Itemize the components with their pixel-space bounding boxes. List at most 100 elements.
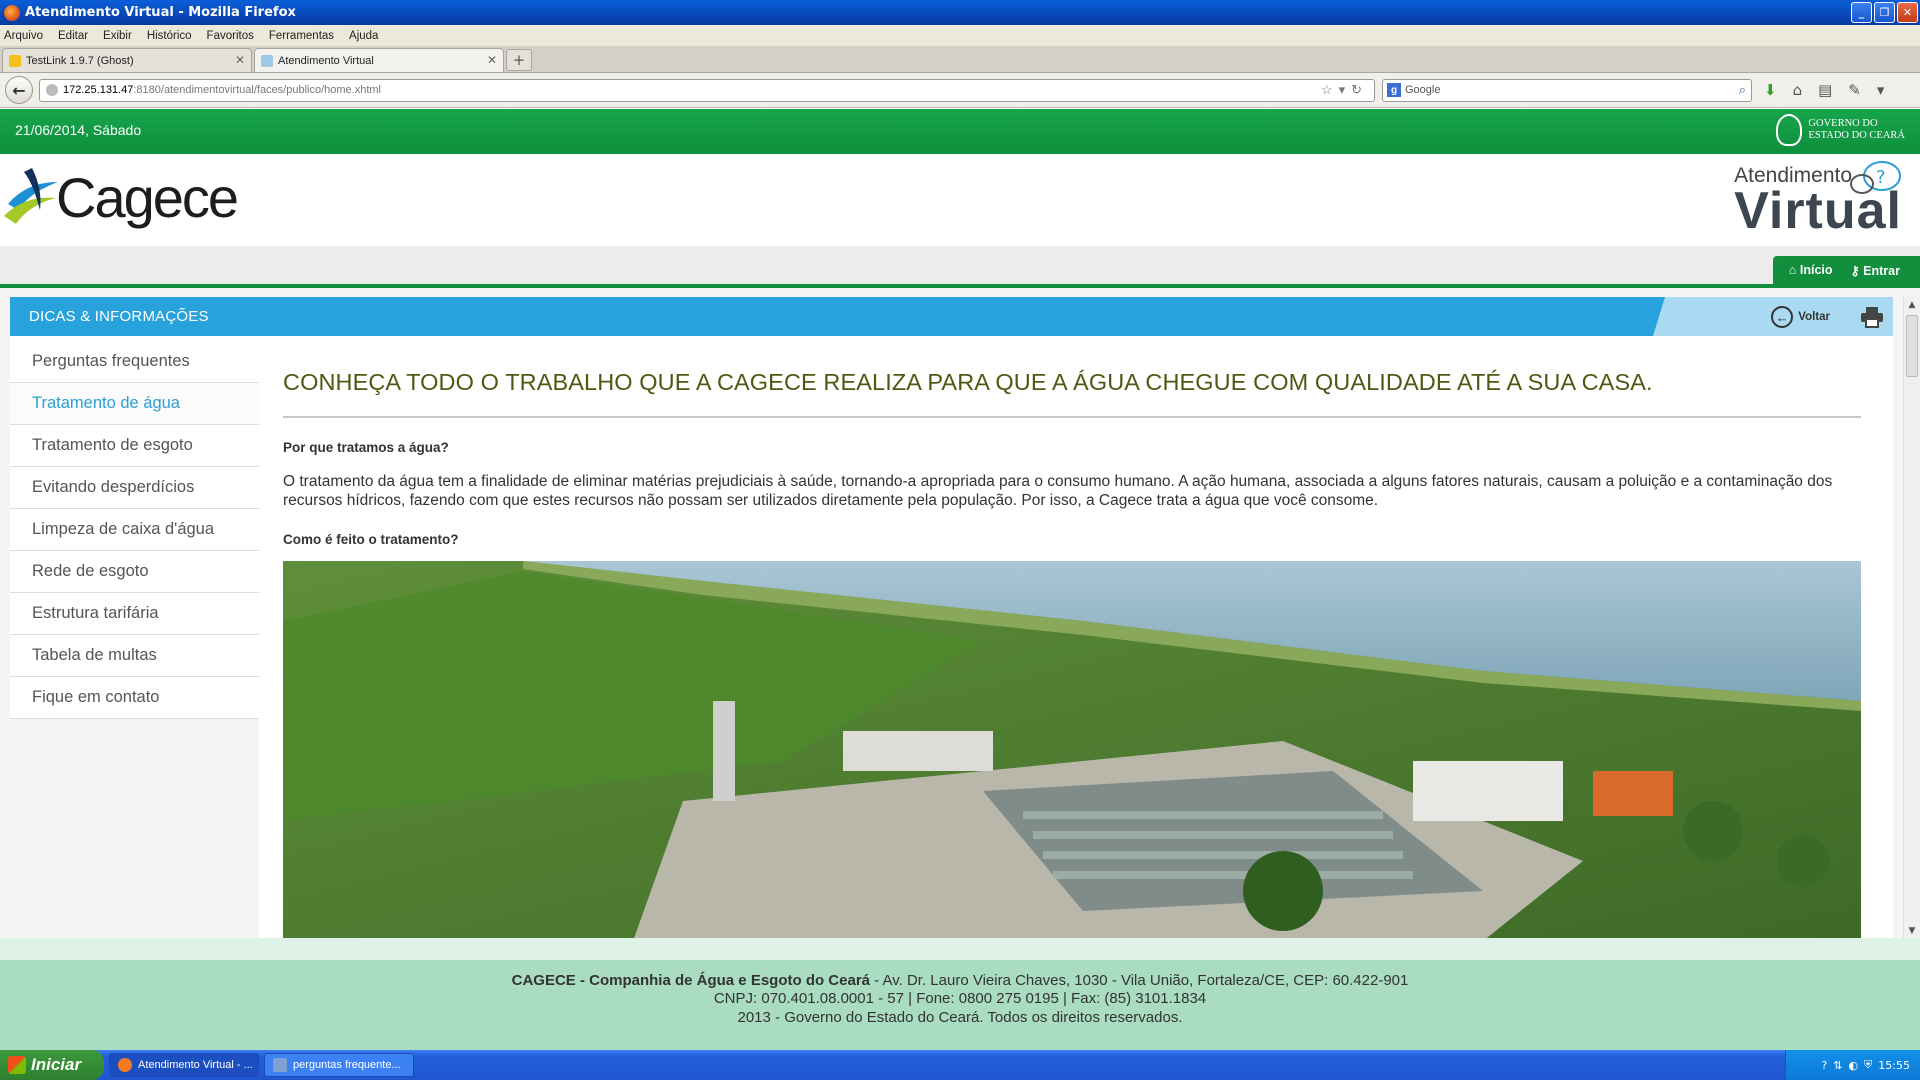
sidebar-item-limpeza-de-caixa[interactable]: Limpeza de caixa d'água — [10, 509, 259, 551]
site-nav-band: ⌂ Início ⚷ Entrar — [0, 246, 1920, 284]
sidebar-item-estrutura-tarifaria[interactable]: Estrutura tarifária — [10, 593, 259, 635]
task-label: perguntas frequente... — [293, 1059, 401, 1071]
taskbar: Iniciar Atendimento Virtual - ... pergun… — [0, 1050, 1920, 1080]
back-arrow-icon: ← — [1771, 306, 1794, 328]
search-bar[interactable]: g Google ⌕ — [1382, 78, 1752, 102]
current-date: 21/06/2014, Sábado — [15, 122, 142, 138]
start-label: Iniciar — [31, 1055, 82, 1074]
sidebar-item-tratamento-de-agua[interactable]: Tratamento de água — [10, 383, 259, 425]
home-icon[interactable]: ⌂ — [1793, 81, 1803, 99]
url-host: 172.25.131.47 — [63, 84, 134, 96]
question-1: Por que tratamos a água? — [283, 440, 449, 455]
sidebar-item-rede-de-esgoto[interactable]: Rede de esgoto — [10, 551, 259, 593]
security-icon[interactable]: ⛨ — [1864, 1058, 1872, 1072]
tab-label: Atendimento Virtual — [278, 54, 374, 67]
close-window-button[interactable]: ✕ — [1897, 2, 1918, 23]
footer-line2: CNPJ: 070.401.08.0001 - 57 | Fone: 0800 … — [713, 990, 1207, 1007]
navigation-toolbar: ← 172.25.131.47:8180/atendimentovirtual/… — [0, 73, 1920, 108]
menu-chevron-icon[interactable]: ▾ — [1877, 81, 1885, 99]
google-engine-icon[interactable]: g — [1387, 83, 1401, 97]
site-top-bar: 21/06/2014, Sábado Governo do Estado do … — [0, 109, 1920, 154]
testlink-favicon-icon — [9, 54, 21, 67]
cagece-logo[interactable]: Cagece — [2, 160, 239, 230]
menu-exibir[interactable]: Exibir — [103, 30, 132, 42]
question-bubble-icon: ? — [1850, 161, 1901, 194]
url-bar-icons[interactable]: ☆▾↻ — [1321, 82, 1368, 98]
tab-close-icon[interactable]: ✕ — [235, 53, 245, 67]
footer-address: - Av. Dr. Lauro Vieira Chaves, 1030 - Vi… — [870, 972, 1409, 989]
document-icon — [273, 1058, 287, 1072]
scrollbar-thumb[interactable] — [1906, 315, 1918, 377]
menu-favoritos[interactable]: Favoritos — [207, 30, 254, 42]
page-scrollbar[interactable]: ▲ ▼ — [1903, 297, 1920, 939]
top-nav: ⌂ Início ⚷ Entrar — [1772, 256, 1920, 284]
gov-line1: Governo do — [1808, 118, 1878, 129]
windows-logo-icon — [8, 1056, 26, 1074]
cagece-mark-icon — [4, 168, 58, 224]
cagece-logo-text: Cagece — [56, 165, 239, 229]
restore-button[interactable]: ❐ — [1874, 2, 1895, 23]
page-favicon-icon — [261, 54, 273, 67]
tab-testlink[interactable]: TestLink 1.9.7 (Ghost) ✕ — [2, 48, 252, 72]
help-icon[interactable]: ? — [1821, 1059, 1827, 1072]
svg-text:?: ? — [1876, 167, 1886, 188]
sidebar-menu: Perguntas frequentes Tratamento de água … — [10, 341, 259, 719]
volume-icon[interactable]: ◐ — [1848, 1059, 1858, 1072]
treatment-plant-photo — [283, 561, 1861, 939]
scroll-up-icon[interactable]: ▲ — [1904, 297, 1920, 313]
taskbar-item-firefox[interactable]: Atendimento Virtual - ... — [109, 1053, 259, 1077]
section-title: DICAS & INFORMAÇÕES — [29, 308, 209, 325]
download-icon[interactable]: ⬇ — [1764, 81, 1777, 99]
sidebar-item-perguntas-frequentes[interactable]: Perguntas frequentes — [10, 341, 259, 383]
menu-ajuda[interactable]: Ajuda — [349, 30, 378, 42]
menu-ferramentas[interactable]: Ferramentas — [269, 30, 334, 42]
back-button[interactable]: ← — [5, 76, 33, 104]
network-icon[interactable]: ⇅ — [1833, 1059, 1842, 1072]
addon-icon[interactable]: ✎ — [1848, 81, 1861, 99]
article-heading: CONHEÇA TODO O TRABALHO QUE A CAGECE REA… — [283, 369, 1861, 418]
tab-close-icon[interactable]: ✕ — [487, 53, 497, 67]
menu-historico[interactable]: Histórico — [147, 30, 192, 42]
bookmarks-icon[interactable]: ▤ — [1818, 81, 1832, 99]
voltar-button[interactable]: ← Voltar — [1771, 306, 1830, 328]
new-tab-button[interactable]: + — [506, 49, 532, 71]
task-label: Atendimento Virtual - ... — [138, 1059, 253, 1071]
nav-inicio[interactable]: ⌂ Início — [1789, 263, 1833, 277]
site-header: Cagece Atendimento Virtual ? — [0, 154, 1920, 246]
tab-atendimento-virtual[interactable]: Atendimento Virtual ✕ — [254, 48, 504, 72]
state-seal-icon — [1776, 114, 1803, 146]
gov-line2: Estado do Ceará — [1808, 130, 1905, 141]
sidebar-item-tratamento-de-esgoto[interactable]: Tratamento de esgoto — [10, 425, 259, 467]
article: CONHEÇA TODO O TRABALHO QUE A CAGECE REA… — [283, 341, 1861, 939]
tab-label: TestLink 1.9.7 (Ghost) — [26, 54, 134, 67]
url-path: :8180/atendimentovirtual/faces/publico/h… — [133, 84, 381, 96]
section-header: DICAS & INFORMAÇÕES ← Voltar — [10, 297, 1893, 336]
clock[interactable]: 15:55 — [1878, 1059, 1910, 1072]
site-identity-icon[interactable] — [46, 84, 58, 96]
taskbar-item-perguntas[interactable]: perguntas frequente... — [264, 1053, 414, 1077]
site-footer: CAGECE - Companhia de Água e Esgoto do C… — [0, 938, 1920, 1050]
search-placeholder: Google — [1405, 84, 1441, 96]
menu-editar[interactable]: Editar — [58, 30, 88, 42]
firefox-icon — [118, 1058, 132, 1072]
government-logo[interactable]: Governo do Estado do Ceará — [1776, 114, 1905, 146]
menu-arquivo[interactable]: Arquivo — [4, 30, 43, 42]
scroll-down-icon[interactable]: ▼ — [1904, 923, 1920, 939]
paragraph-1: O tratamento da água tem a finalidade de… — [283, 473, 1833, 509]
firefox-icon — [4, 4, 20, 21]
sidebar-item-tabela-de-multas[interactable]: Tabela de multas — [10, 635, 259, 677]
minimize-button[interactable]: _ — [1851, 2, 1872, 23]
search-icon[interactable]: ⌕ — [1739, 82, 1746, 98]
atendimento-virtual-logo: Atendimento Virtual ? — [1734, 161, 1902, 237]
start-button[interactable]: Iniciar — [0, 1050, 104, 1080]
footer-line1: CAGECE - Companhia de Água e Esgoto do C… — [0, 972, 1920, 989]
print-icon[interactable] — [1860, 306, 1884, 328]
url-bar[interactable]: 172.25.131.47:8180/atendimentovirtual/fa… — [39, 78, 1375, 102]
sidebar-item-fique-em-contato[interactable]: Fique em contato — [10, 677, 259, 719]
footer-company: CAGECE - Companhia de Água e Esgoto do C… — [511, 972, 871, 989]
sidebar-item-evitando-desperdicios[interactable]: Evitando desperdícios — [10, 467, 259, 509]
window-titlebar: Atendimento Virtual - Mozilla Firefox _ … — [0, 0, 1920, 25]
window-title: Atendimento Virtual - Mozilla Firefox — [25, 5, 296, 20]
home-icon: ⌂ — [1788, 263, 1800, 277]
nav-entrar[interactable]: ⚷ Entrar — [1851, 263, 1900, 278]
